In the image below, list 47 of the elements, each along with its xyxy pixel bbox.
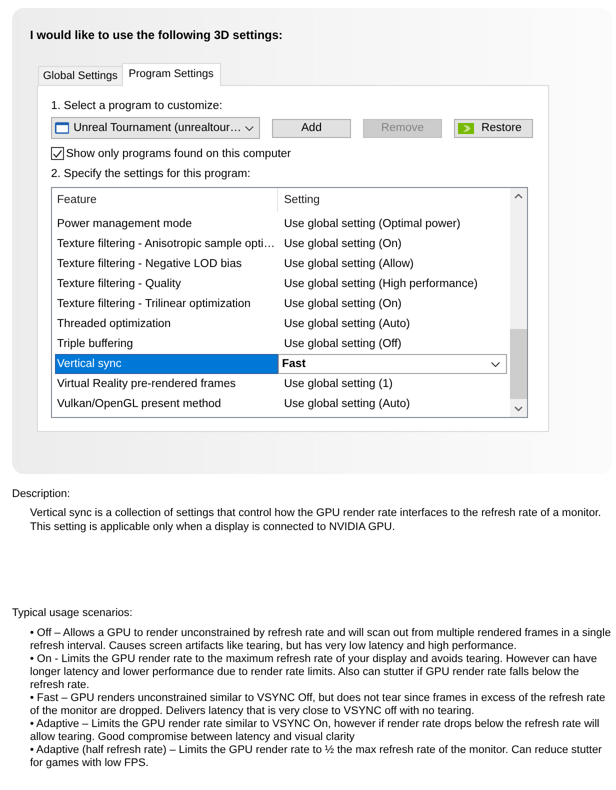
usage-item: • Fast – GPU renders unconstrained similar to VSYNC Off, but does not tear since frames in excess of the refresh rate of the monitor are dropped. Delivers latency that is very close to VSYNC off with no tearing. xyxy=(30,692,606,718)
feature-cell[interactable]: Triple buffering xyxy=(55,334,278,354)
setting-cell-text: Use global setting (High performance) xyxy=(283,277,478,292)
checkbox-label: Show only programs found on this computer xyxy=(66,146,292,160)
feature-cell[interactable]: Vulkan/OpenGL present method xyxy=(55,394,278,414)
tab[interactable]: Global Settings xyxy=(38,66,123,85)
setting-cell-text: Use global setting (On) xyxy=(283,297,402,312)
section-heading: I would like to use the following 3D settings: xyxy=(30,27,284,43)
setting-dropdown[interactable]: Fast xyxy=(278,354,507,374)
step-label: 2. Specify the settings for this program: xyxy=(51,167,252,181)
feature-cell[interactable]: Texture filtering - Quality xyxy=(55,274,278,294)
description-label: Description: xyxy=(12,487,72,501)
description-text: Vertical sync is a collection of settings that control how the GPU render rate interfaces to the refresh rate of a monitor. This setting is applicable only when a display is connected to NVIDIA GPU. xyxy=(30,506,602,534)
feature-cell[interactable]: Texture filtering - Trilinear optimization xyxy=(55,294,278,314)
setting-cell-text: Use global setting (Auto) xyxy=(283,397,410,412)
setting-cell-text: Use global setting (Optimal power) xyxy=(283,217,460,232)
program-dropdown[interactable]: Unreal Tournament (unrealtour… xyxy=(51,117,260,139)
feature-cell[interactable]: Vertical sync xyxy=(55,354,278,374)
setting-cell-text: Use global setting (Off) xyxy=(283,337,402,352)
add-button[interactable]: Add xyxy=(272,118,351,138)
checkmark-icon xyxy=(53,150,62,158)
chevron-down-icon xyxy=(491,362,500,366)
usage-item: • Off – Allows a GPU to render unconstrained by refresh rate and will scan out from multiple rendered frames in a single refresh interval. Causes screen artifacts like tearing, but has very low latency and high performance. xyxy=(30,627,612,653)
tab[interactable]: Program Settings xyxy=(122,63,221,86)
setting-cell-text: Use global setting (Allow) xyxy=(283,257,414,272)
scrollbar-thumb[interactable] xyxy=(510,329,527,399)
feature-cell[interactable]: Texture filtering - Anisotropic sample opti… xyxy=(55,234,278,254)
window-icon xyxy=(55,122,70,134)
column-header[interactable]: Setting xyxy=(278,188,320,212)
feature-cell[interactable]: Threaded optimization xyxy=(55,314,278,334)
setting-cell-text: Use global setting (1) xyxy=(283,377,393,392)
usage-item: • On - Limits the GPU render rate to the maximum refresh rate of your display and avoids tearing. However can have longer latency and lower performance due to render rate limits. Also can stutter if GPU render rate falls below the refresh rate. xyxy=(30,653,598,692)
scrollbar[interactable] xyxy=(510,188,527,417)
chevron-down-icon xyxy=(245,126,254,130)
checkbox[interactable] xyxy=(51,147,64,160)
step-label: 1. Select a program to customize: xyxy=(51,99,224,113)
logo-icon xyxy=(458,122,474,134)
usage-label: Typical usage scenarios: xyxy=(12,606,134,620)
feature-cell[interactable]: Texture filtering - Negative LOD bias xyxy=(55,254,278,274)
setting-cell-text: Use global setting (Auto) xyxy=(283,317,410,332)
usage-item: • Adaptive (half refresh rate) – Limits the GPU render rate to ½ the max refresh rate of the monitor. Can reduce stutter for games with low FPS. xyxy=(30,744,603,770)
feature-cell[interactable]: Power management mode xyxy=(55,214,278,234)
setting-cell-text: Use global setting (On) xyxy=(283,237,402,252)
column-header[interactable]: Feature xyxy=(55,188,278,212)
restore-button[interactable]: Restore xyxy=(454,118,533,138)
feature-cell[interactable]: Virtual Reality pre-rendered frames xyxy=(55,374,278,394)
usage-item: • Adaptive – Limits the GPU render rate similar to VSYNC On, however if render rate drops below the refresh rate will allow tearing. Good compromise between latency and visual clarity xyxy=(30,718,600,744)
